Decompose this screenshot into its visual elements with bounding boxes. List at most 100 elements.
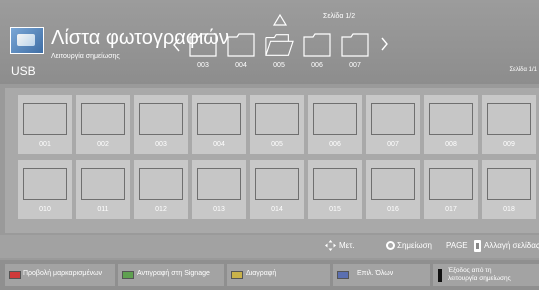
copy-to-signage-button[interactable]: Αντιγραφή στη Signage [118, 264, 224, 286]
grid-page-indicator: Σελίδα 1/1 [509, 67, 537, 73]
thumbnail-label: 002 [97, 141, 109, 148]
thumbnail-item[interactable]: 012 [134, 160, 188, 219]
thumbnail-item[interactable]: 018 [482, 160, 536, 219]
folder-label: 005 [273, 62, 285, 69]
thumbnail-label: 001 [39, 141, 51, 148]
photo-placeholder [429, 168, 473, 200]
photo-placeholder [487, 103, 531, 135]
yellow-key-icon [231, 271, 243, 279]
page-rocker-icon [474, 240, 481, 252]
thumbnail-item[interactable]: 006 [308, 95, 362, 154]
thumbnail-label: 008 [445, 141, 457, 148]
photo-placeholder [23, 103, 67, 135]
mark-hint: Σημείωση [397, 241, 432, 250]
photo-placeholder [429, 103, 473, 135]
up-arrow-icon[interactable] [273, 14, 287, 26]
view-marked-button[interactable]: Προβολή μαρκαρισμένων [5, 264, 115, 286]
photo-placeholder [371, 168, 415, 200]
thumbnail-item[interactable]: 017 [424, 160, 478, 219]
photo-placeholder [23, 168, 67, 200]
photo-placeholder [197, 103, 241, 135]
thumbnail-item[interactable]: 010 [18, 160, 72, 219]
back-key-icon [438, 269, 442, 282]
copy-to-signage-label: Αντιγραφή στη Signage [137, 270, 210, 277]
thumbnail-label: 005 [271, 141, 283, 148]
mode-subtitle: Λειτουργία σημείωσης [51, 53, 120, 60]
thumbnail-item[interactable]: 007 [366, 95, 420, 154]
photo-placeholder [313, 103, 357, 135]
photo-placeholder [255, 168, 299, 200]
delete-label: Διαγραφή [246, 270, 277, 277]
thumbnail-label: 013 [213, 206, 225, 213]
thumbnail-label: 006 [329, 141, 341, 148]
select-all-label: Επιλ. Όλων [357, 270, 394, 277]
exit-mark-mode-label: Έξοδος από τη λειτουργία σημείωσης [448, 267, 511, 283]
photo-placeholder [81, 168, 125, 200]
ok-button-icon [386, 241, 395, 250]
page-key-label: PAGE [446, 241, 468, 250]
help-bar: Μετ. Σημείωση PAGE Αλλαγή σελίδας [0, 235, 539, 258]
folder-icon[interactable] [302, 31, 332, 59]
thumbnail-item[interactable]: 016 [366, 160, 420, 219]
green-key-icon [122, 271, 134, 279]
move-hint: Μετ. [339, 241, 355, 250]
photo-list-icon [10, 27, 44, 54]
open-folder-icon[interactable] [264, 31, 294, 59]
folder-icon[interactable] [340, 31, 370, 59]
thumbnail-item[interactable]: 009 [482, 95, 536, 154]
thumbnail-label: 010 [39, 206, 51, 213]
exit-mark-mode-line1: Έξοδος από τη [448, 267, 492, 274]
folder-label: 007 [349, 62, 361, 69]
thumbnail-item[interactable]: 014 [250, 160, 304, 219]
thumbnail-label: 011 [97, 206, 109, 213]
thumbnail-item[interactable]: 001 [18, 95, 72, 154]
thumbnail-label: 004 [213, 141, 225, 148]
chevron-left-icon[interactable] [172, 38, 181, 52]
photo-placeholder [197, 168, 241, 200]
thumbnail-grid: 001 002 003 004 005 006 007 008 009 010 … [5, 88, 539, 233]
thumbnail-label: 014 [271, 206, 283, 213]
thumbnail-item[interactable]: 013 [192, 160, 246, 219]
delete-button[interactable]: Διαγραφή [227, 264, 330, 286]
thumbnail-label: 018 [503, 206, 515, 213]
thumbnail-label: 007 [387, 141, 399, 148]
exit-mark-mode-button[interactable]: Έξοδος από τη λειτουργία σημείωσης [433, 264, 539, 286]
device-label: USB [11, 64, 36, 78]
folder-icon[interactable] [188, 31, 218, 59]
thumbnail-item[interactable]: 008 [424, 95, 478, 154]
photo-placeholder [139, 168, 183, 200]
move-arrows-icon [325, 240, 336, 251]
photo-placeholder [255, 103, 299, 135]
chevron-right-icon[interactable] [380, 37, 389, 51]
thumbnail-item[interactable]: 002 [76, 95, 130, 154]
folder-label: 004 [235, 62, 247, 69]
view-marked-label: Προβολή μαρκαρισμένων [23, 270, 103, 277]
exit-mark-mode-line2: λειτουργία σημείωσης [448, 274, 511, 282]
thumbnail-label: 009 [503, 141, 515, 148]
photo-placeholder [139, 103, 183, 135]
photo-placeholder [81, 103, 125, 135]
thumbnail-item[interactable]: 005 [250, 95, 304, 154]
thumbnail-label: 015 [329, 206, 341, 213]
select-all-button[interactable]: Επιλ. Όλων [333, 264, 430, 286]
thumbnail-label: 016 [387, 206, 399, 213]
header-panel: Λίστα φωτογραφιών Λειτουργία σημείωσης U… [0, 0, 539, 84]
thumbnail-item[interactable]: 004 [192, 95, 246, 154]
thumbnail-label: 012 [155, 206, 167, 213]
photo-placeholder [371, 103, 415, 135]
blue-key-icon [337, 271, 349, 279]
photo-placeholder [487, 168, 531, 200]
thumbnail-item[interactable]: 015 [308, 160, 362, 219]
folder-label: 003 [197, 62, 209, 69]
photo-placeholder [313, 168, 357, 200]
folder-label: 006 [311, 62, 323, 69]
change-page-hint: Αλλαγή σελίδας [484, 241, 539, 250]
bottom-button-bar: Προβολή μαρκαρισμένων Αντιγραφή στη Sign… [0, 260, 539, 290]
thumbnail-item[interactable]: 011 [76, 160, 130, 219]
thumbnail-label: 003 [155, 141, 167, 148]
folder-page-indicator: Σελίδα 1/2 [323, 13, 356, 20]
thumbnail-label: 017 [445, 206, 457, 213]
folder-icon[interactable] [226, 31, 256, 59]
thumbnail-item[interactable]: 003 [134, 95, 188, 154]
red-key-icon [9, 271, 21, 279]
